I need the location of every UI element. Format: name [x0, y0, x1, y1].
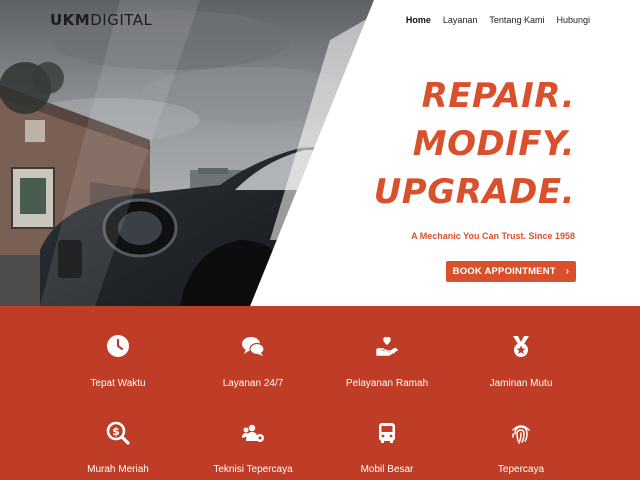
clock-icon — [106, 334, 130, 358]
hero-tagline: A Mechanic You Can Trust. Since 1958 — [411, 231, 575, 241]
book-appointment-button[interactable]: BOOK APPOINTMENT › — [446, 261, 576, 282]
logo-bold-text: UKM — [50, 11, 91, 29]
logo-light-text: DIGITAL — [90, 11, 153, 29]
nav-item-layanan[interactable]: Layanan — [443, 14, 478, 26]
svg-text:$: $ — [112, 425, 120, 438]
book-appointment-label: BOOK APPOINTMENT — [452, 266, 556, 277]
chat-bubbles-icon — [241, 334, 265, 358]
nav-item-hubungi[interactable]: Hubungi — [556, 14, 590, 26]
medal-icon — [509, 334, 533, 358]
nav-item-home[interactable]: Home — [406, 14, 431, 26]
hero-section: UKMDIGITAL Home Layanan Tentang Kami Hub… — [0, 0, 640, 306]
headline-line-upgrade: UPGRADE. — [373, 172, 575, 212]
dollar-search-icon: $ — [106, 421, 130, 445]
nav-item-tentang-kami[interactable]: Tentang Kami — [489, 14, 544, 26]
feature-label: Jaminan Mutu — [489, 378, 553, 389]
chevron-right-icon: › — [565, 266, 570, 277]
bus-icon — [375, 421, 399, 445]
headline-line-modify: MODIFY. — [412, 124, 575, 164]
headline-line-repair: REPAIR. — [421, 76, 575, 116]
fingerprint-icon — [509, 421, 533, 445]
site-logo[interactable]: UKMDIGITAL — [50, 11, 152, 29]
features-section: Tepat Waktu Layanan 24/7 Pelayanan Ramah… — [0, 306, 640, 480]
users-gear-icon — [241, 421, 265, 445]
hero-headline: REPAIR. MODIFY. UPGRADE. — [374, 72, 575, 216]
feature-label: Tepercaya — [497, 464, 545, 475]
main-nav: Home Layanan Tentang Kami Hubungi — [406, 14, 590, 26]
heart-hand-icon — [375, 334, 399, 358]
